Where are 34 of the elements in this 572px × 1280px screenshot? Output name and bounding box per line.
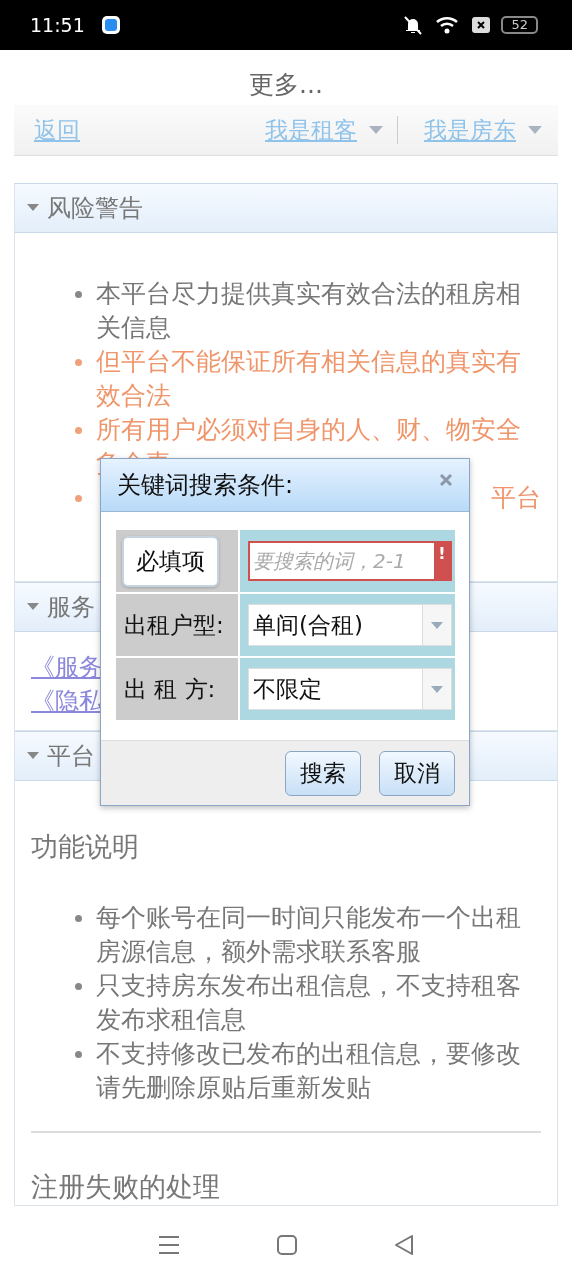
- menu-icon[interactable]: [158, 1235, 181, 1255]
- field-label: 出租户型:: [124, 610, 224, 640]
- app-icon: [100, 15, 121, 35]
- dropdown-arrow-icon: [431, 685, 443, 693]
- select-field[interactable]: 不限定: [248, 668, 452, 710]
- bullet-text: 不支持修改已发布的出租信息，要修改请先删除原贴后重新发贴: [96, 1038, 522, 1104]
- keyword-input[interactable]: 要搜索的词，2-1 !: [248, 541, 452, 581]
- bullet-dot: [75, 983, 82, 990]
- bullet-text: 平台: [491, 482, 541, 514]
- home-icon[interactable]: [277, 1235, 297, 1255]
- article-heading: 注册失败的处理: [31, 1170, 221, 1204]
- section-header[interactable]: 风险警告: [15, 183, 557, 233]
- bullet-text: 但平台不能保证所有相关信息的真实有效合法: [96, 346, 522, 412]
- status-time: 11:51: [30, 14, 85, 36]
- caret-icon: [528, 126, 542, 134]
- back-icon[interactable]: [393, 1234, 414, 1256]
- bullet-text: 本平台尽力提供真实有效合法的租房相关信息: [96, 278, 522, 344]
- close-box-icon: [471, 16, 492, 34]
- field-label: 出 租 方:: [124, 674, 216, 704]
- page-title: 更多...: [248, 69, 324, 101]
- close-icon[interactable]: [439, 473, 453, 487]
- error-mark: !: [434, 543, 450, 579]
- dialog-button[interactable]: 取消: [379, 750, 455, 796]
- bullet-text: 每个账号在同一时间只能发布一个出租房源信息，额外需求联系客服: [96, 902, 522, 968]
- required-tooltip: 必填项: [122, 536, 219, 587]
- dropdown-arrow-icon: [431, 621, 443, 629]
- dialog-button[interactable]: 搜索: [285, 750, 361, 796]
- battery-indicator: 52: [501, 16, 538, 34]
- bullet-text: 只支持房东发布出租信息，不支持租客发布求租信息: [96, 970, 522, 1036]
- article-heading: 功能说明: [31, 830, 140, 864]
- bullet-dot: [75, 1051, 82, 1058]
- caret-icon: [369, 126, 383, 134]
- bullet-dot: [75, 915, 82, 922]
- select-field[interactable]: 单间(合租): [248, 604, 452, 646]
